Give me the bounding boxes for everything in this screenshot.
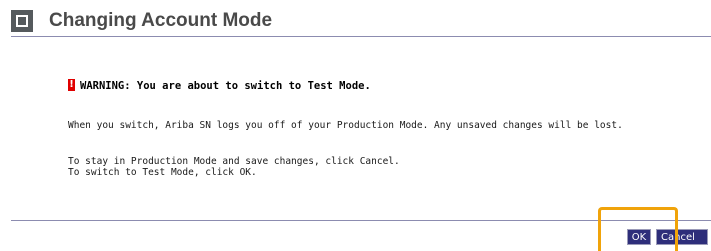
warning-message: ! WARNING: You are about to switch to Tes… xyxy=(68,79,371,93)
warning-text: WARNING: You are about to switch to Test… xyxy=(80,80,371,92)
ok-instruction-text: To switch to Test Mode, click OK. xyxy=(68,167,257,178)
dialog-title: Changing Account Mode xyxy=(49,10,273,31)
header-divider xyxy=(11,36,711,37)
change-account-mode-dialog: Changing Account Mode ! WARNING: You are … xyxy=(0,0,711,251)
warning-icon: ! xyxy=(68,79,75,91)
dialog-header: Changing Account Mode xyxy=(11,8,711,34)
window-square-icon xyxy=(11,10,33,32)
ok-button[interactable]: OK xyxy=(627,229,651,245)
logoff-notice-text: When you switch, Ariba SN logs you off o… xyxy=(68,120,623,131)
cancel-button[interactable]: Cancel xyxy=(656,229,708,245)
footer-divider xyxy=(11,220,711,221)
window-square-icon-inner xyxy=(16,15,28,27)
